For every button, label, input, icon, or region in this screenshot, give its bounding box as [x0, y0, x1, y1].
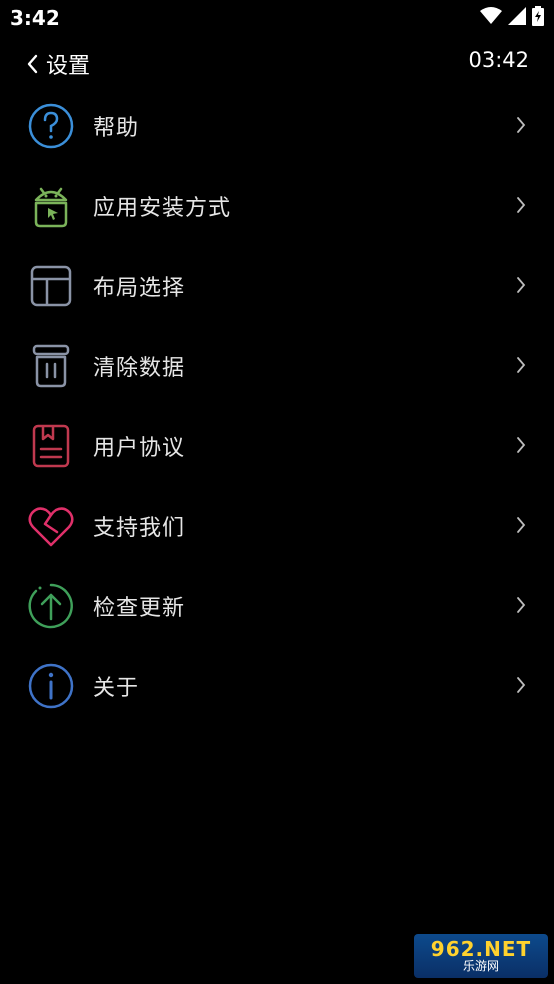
menu-item-label: 支持我们: [93, 516, 186, 541]
menu-item-label: 用户协议: [93, 436, 186, 461]
menu-item-install-method[interactable]: 应用安装方式: [0, 166, 554, 246]
chevron-right-icon: [516, 196, 526, 214]
help-circle-icon: [27, 102, 75, 150]
layout-icon: [27, 262, 75, 310]
menu-item-label: 应用安装方式: [93, 196, 232, 221]
status-bar: 3:42: [0, 0, 554, 38]
chevron-right-icon: [516, 116, 526, 134]
menu-item-label: 清除数据: [93, 356, 186, 381]
heart-icon: [27, 502, 75, 550]
status-time: 3:42: [10, 6, 60, 30]
battery-icon: [532, 6, 544, 26]
page-title: 设置: [46, 54, 91, 79]
menu-item-label: 关于: [93, 676, 140, 701]
menu-item-label: 布局选择: [93, 276, 186, 301]
chevron-right-icon: [516, 676, 526, 694]
header-clock: 03:42: [468, 48, 529, 72]
android-install-icon: [27, 182, 75, 230]
watermark-subtitle: 乐游网: [462, 959, 499, 973]
chevron-right-icon: [516, 596, 526, 614]
chevron-right-icon: [516, 516, 526, 534]
menu-item-clear-data[interactable]: 清除数据: [0, 326, 554, 406]
status-icons: [480, 6, 544, 26]
signal-icon: [508, 7, 526, 25]
menu-item-layout[interactable]: 布局选择: [0, 246, 554, 326]
chevron-left-icon: [26, 54, 38, 74]
watermark-logo: 962.NET 乐游网: [414, 934, 548, 978]
watermark-logo-text: 962.NET: [430, 937, 532, 961]
info-icon: [27, 662, 75, 710]
menu-item-check-update[interactable]: 检查更新: [0, 566, 554, 646]
chevron-right-icon: [516, 276, 526, 294]
chevron-right-icon: [516, 356, 526, 374]
menu-item-label: 帮助: [93, 116, 140, 141]
update-arrow-icon: [27, 582, 75, 630]
menu-item-user-agreement[interactable]: 用户协议: [0, 406, 554, 486]
menu-item-help[interactable]: 帮助: [0, 86, 554, 166]
menu-item-support-us[interactable]: 支持我们: [0, 486, 554, 566]
back-button[interactable]: 设置: [26, 48, 90, 80]
chevron-right-icon: [516, 436, 526, 454]
wifi-icon: [480, 7, 502, 25]
top-bar: 设置 03:42: [0, 38, 554, 84]
menu-item-label: 检查更新: [93, 596, 186, 621]
agreement-doc-icon: [27, 422, 75, 470]
settings-list: 帮助 应用安装方式 布局选择 清除数据 用户协议 支持我们 检查更新 关于: [0, 86, 554, 726]
trash-icon: [27, 342, 75, 390]
menu-item-about[interactable]: 关于: [0, 646, 554, 726]
